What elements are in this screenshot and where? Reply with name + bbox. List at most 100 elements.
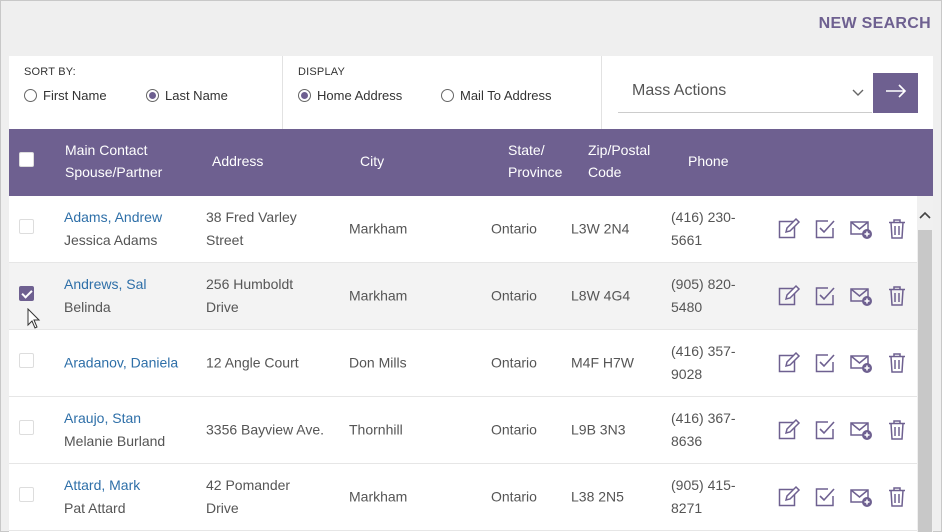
app-frame: NEW SEARCH SORT BY: First Name Last Name… — [0, 0, 942, 532]
chevron-down-icon — [852, 85, 864, 100]
header-address[interactable]: Address — [212, 150, 263, 172]
spouse-name: Belinda — [64, 299, 111, 315]
row-checkbox[interactable] — [19, 286, 34, 301]
address-cell: 256 Humboldt Drive — [206, 273, 341, 319]
phone-line: 5480 — [671, 299, 703, 315]
task-check-icon[interactable] — [813, 217, 837, 241]
radio-label: Last Name — [165, 88, 228, 103]
contact-cell: Araujo, Stan Melanie Burland — [64, 407, 165, 453]
phone-line: (416) 230- — [671, 209, 736, 225]
edit-icon[interactable] — [777, 418, 801, 442]
sort-label: SORT BY: — [24, 66, 76, 78]
task-check-icon[interactable] — [813, 485, 837, 509]
row-actions — [777, 485, 909, 509]
header-line: State/ — [508, 142, 545, 158]
email-add-icon[interactable] — [849, 485, 873, 509]
spouse-name: Melanie Burland — [64, 433, 166, 449]
header-city[interactable]: City — [360, 150, 384, 172]
table-body: Adams, Andrew Jessica Adams 38 Fred Varley… — [9, 196, 917, 532]
phone-line: (905) 820- — [671, 276, 736, 292]
row-checkbox[interactable] — [19, 487, 34, 502]
state-cell: Ontario — [491, 488, 537, 505]
task-check-icon[interactable] — [813, 284, 837, 308]
header-line: Main Contact — [65, 142, 148, 158]
mass-actions-select[interactable]: Mass Actions — [618, 73, 872, 113]
display-home-address-radio[interactable]: Home Address — [298, 88, 402, 103]
sort-first-name-radio[interactable]: First Name — [24, 88, 107, 103]
edit-icon[interactable] — [777, 485, 801, 509]
trash-icon[interactable] — [885, 485, 909, 509]
spouse-name: Jessica Adams — [64, 232, 158, 248]
edit-icon[interactable] — [777, 351, 801, 375]
select-all-checkbox[interactable] — [19, 152, 34, 167]
header-line: Spouse/Partner — [65, 164, 163, 180]
mass-actions-value: Mass Actions — [632, 82, 727, 99]
contact-cell: Andrews, Sal Belinda — [64, 273, 146, 319]
contact-name-link[interactable]: Araujo, Stan — [64, 407, 165, 430]
vertical-scrollbar[interactable] — [917, 196, 933, 532]
address-line: Drive — [206, 500, 239, 516]
task-check-icon[interactable] — [813, 418, 837, 442]
scroll-up-icon[interactable] — [917, 208, 933, 222]
address-cell: 12 Angle Court — [206, 354, 299, 371]
row-checkbox[interactable] — [19, 353, 34, 368]
display-section: DISPLAY Home Address Mail To Address — [283, 56, 602, 129]
edit-icon[interactable] — [777, 284, 801, 308]
contact-name-link[interactable]: Andrews, Sal — [64, 273, 146, 296]
mass-actions-go-button[interactable] — [873, 73, 918, 113]
phone-cell: (416) 367- 8636 — [671, 407, 751, 453]
trash-icon[interactable] — [885, 284, 909, 308]
header-line: Zip/Postal — [588, 142, 651, 158]
contact-name-link[interactable]: Aradanov, Daniela — [64, 352, 178, 375]
address-line: 42 Pomander — [206, 477, 291, 493]
row-checkbox[interactable] — [19, 219, 34, 234]
header-phone[interactable]: Phone — [688, 150, 728, 172]
table-header: Main Contact Spouse/Partner Address City… — [9, 129, 933, 196]
header-main-contact[interactable]: Main Contact Spouse/Partner — [65, 139, 162, 183]
email-add-icon[interactable] — [849, 217, 873, 241]
contact-name-link[interactable]: Attard, Mark — [64, 474, 140, 497]
radio-label: Mail To Address — [460, 88, 552, 103]
address-line: Street — [206, 232, 244, 248]
contact-name-link[interactable]: Adams, Andrew — [64, 206, 162, 229]
row-actions — [777, 351, 909, 375]
row-checkbox[interactable] — [19, 420, 34, 435]
table-row: Andrews, Sal Belinda 256 Humboldt Drive Mark… — [9, 263, 917, 330]
edit-icon[interactable] — [777, 217, 801, 241]
sort-section: SORT BY: First Name Last Name — [9, 56, 283, 129]
trash-icon[interactable] — [885, 418, 909, 442]
scrollbar-thumb[interactable] — [918, 230, 932, 532]
header-state[interactable]: State/ Province — [508, 139, 562, 183]
trash-icon[interactable] — [885, 351, 909, 375]
display-mail-to-address-radio[interactable]: Mail To Address — [441, 88, 552, 103]
table-row: Adams, Andrew Jessica Adams 38 Fred Varley… — [9, 196, 917, 263]
mass-actions-section: Mass Actions — [602, 56, 933, 129]
zip-cell: L9B 3N3 — [571, 421, 626, 438]
table-row: Araujo, Stan Melanie Burland 3356 Bayview … — [9, 397, 917, 464]
radio-label: Home Address — [317, 88, 403, 103]
table-row: Attard, Mark Pat Attard 42 Pomander Drive Ma… — [9, 464, 917, 531]
mouse-cursor-icon — [27, 307, 41, 330]
radio-dot — [24, 89, 37, 102]
phone-line: 5661 — [671, 232, 703, 248]
radio-label: First Name — [43, 88, 107, 103]
row-actions — [777, 217, 909, 241]
state-cell: Ontario — [491, 220, 537, 237]
phone-cell: (905) 820- 5480 — [671, 273, 751, 319]
email-add-icon[interactable] — [849, 284, 873, 308]
arrow-right-icon — [885, 83, 907, 103]
email-add-icon[interactable] — [849, 418, 873, 442]
phone-line: (416) 367- — [671, 410, 736, 426]
header-zip[interactable]: Zip/Postal Code — [588, 139, 650, 183]
new-search-link[interactable]: NEW SEARCH — [819, 15, 931, 33]
email-add-icon[interactable] — [849, 351, 873, 375]
address-cell: 38 Fred Varley Street — [206, 206, 341, 252]
task-check-icon[interactable] — [813, 351, 837, 375]
table-row: Aradanov, Daniela 12 Angle Court Don Mills… — [9, 330, 917, 397]
phone-cell: (416) 230- 5661 — [671, 206, 751, 252]
trash-icon[interactable] — [885, 217, 909, 241]
phone-line: (905) 415- — [671, 477, 736, 493]
sort-last-name-radio[interactable]: Last Name — [146, 88, 228, 103]
address-cell: 42 Pomander Drive — [206, 474, 341, 520]
city-cell: Markham — [349, 220, 408, 237]
